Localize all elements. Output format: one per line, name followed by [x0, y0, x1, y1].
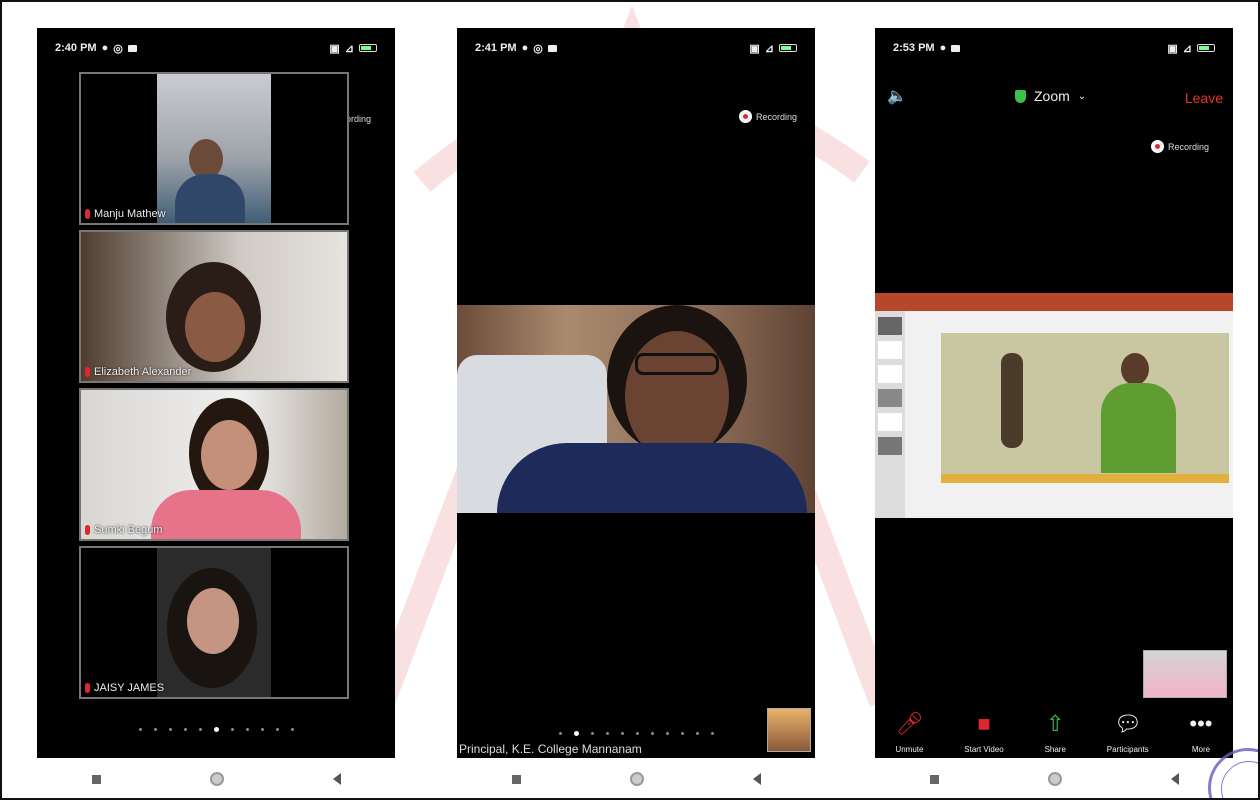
notification-icon: ● — [939, 42, 947, 54]
meeting-title: Zoom — [1034, 88, 1070, 104]
chevron-down-icon: ⌄ — [1077, 90, 1087, 102]
android-nav-bar — [875, 760, 1233, 798]
video-off-icon: ■ — [977, 711, 991, 736]
page-indicator[interactable] — [457, 731, 815, 736]
active-speaker-video[interactable] — [457, 305, 815, 513]
mic-muted-icon — [85, 209, 90, 219]
more-button[interactable]: ••• More — [1189, 709, 1212, 754]
slide-video — [941, 333, 1229, 483]
participant-name-tag: JAISY JAMES — [85, 682, 164, 694]
video-icon — [951, 44, 961, 52]
nfc-icon: ▣ — [749, 42, 760, 55]
mic-muted-icon — [85, 367, 90, 377]
whatsapp-icon: ◎ — [113, 42, 123, 55]
page-indicator[interactable] — [37, 727, 395, 732]
chat-bubble-icon: 💬︎ — [1113, 711, 1142, 736]
status-time: 2:53 PM — [893, 42, 935, 54]
video-tile[interactable]: Manju Mathew — [79, 72, 349, 225]
signal-icon: ⊿ — [344, 42, 354, 55]
status-bar: 2:53 PM ● ▣ ⊿ — [875, 28, 1233, 68]
notification-icon: ● — [101, 42, 109, 54]
start-video-button[interactable]: ■ Start Video — [964, 709, 1003, 754]
speaker-name-tag: Principal, K.E. College Mannanam — [459, 742, 642, 756]
battery-icon — [779, 44, 797, 52]
phone-speaker-view: 2:41 PM ● ◎ ▣ ⊿ Recording Principal, K.E… — [457, 28, 815, 758]
battery-icon — [1197, 44, 1215, 52]
meeting-toolbar: 🎤︎ Unmute ■ Start Video ⇧ Share 💬︎ Parti… — [875, 688, 1233, 758]
recording-label: Recording — [756, 111, 798, 122]
presentation-ribbon — [875, 293, 1233, 311]
back-button[interactable] — [752, 773, 761, 785]
back-button[interactable] — [332, 773, 341, 785]
mic-muted-icon — [85, 525, 90, 535]
android-nav-bar — [37, 760, 395, 798]
video-feed — [157, 74, 271, 223]
participant-name-tag: Sumki Begum — [85, 524, 162, 536]
participants-button[interactable]: 💬︎ Participants — [1107, 709, 1149, 754]
status-bar: 2:40 PM ● ◎ ▣ ⊿ — [37, 28, 395, 68]
record-icon — [739, 110, 752, 123]
back-button[interactable] — [1170, 773, 1179, 785]
video-icon — [127, 44, 137, 52]
recording-indicator: Recording — [1151, 140, 1209, 153]
shield-icon — [1015, 89, 1026, 103]
slide-thumbnails — [875, 311, 905, 518]
mic-muted-icon: 🎤︎ — [895, 711, 924, 736]
nfc-icon: ▣ — [1167, 42, 1178, 55]
meeting-title-dropdown[interactable]: Zoom ⌄ — [1015, 88, 1086, 104]
video-tile[interactable]: JAISY JAMES — [79, 546, 349, 699]
battery-icon — [359, 44, 377, 52]
mic-muted-icon — [85, 683, 90, 693]
phone-screen-share-view: 2:53 PM ● ▣ ⊿ 🔈 Zoom ⌄ Leave Recording 🎤… — [875, 28, 1233, 758]
android-nav-bar — [457, 760, 815, 798]
notification-icon: ● — [521, 42, 529, 54]
speaker-audio-icon[interactable]: 🔈 — [887, 86, 907, 106]
status-time: 2:40 PM — [55, 42, 97, 54]
video-feed — [157, 548, 271, 697]
participant-name-tag: Manju Mathew — [85, 208, 166, 220]
whatsapp-icon: ◎ — [533, 42, 543, 55]
collage-frame: 2:40 PM ● ◎ ▣ ⊿ Recording Manju Mathew E… — [0, 0, 1260, 800]
leave-button[interactable]: Leave — [1185, 90, 1223, 106]
status-bar: 2:41 PM ● ◎ ▣ ⊿ — [457, 28, 815, 68]
participant-name-tag: Elizabeth Alexander — [85, 366, 191, 378]
share-button[interactable]: ⇧ Share — [1045, 709, 1066, 754]
home-button[interactable] — [209, 772, 224, 786]
video-icon — [547, 44, 557, 52]
home-button[interactable] — [629, 772, 644, 786]
home-button[interactable] — [1047, 772, 1062, 786]
share-icon: ⇧ — [1046, 711, 1065, 736]
recording-label: Recording — [1168, 141, 1210, 152]
recents-button[interactable] — [91, 774, 101, 784]
signal-icon: ⊿ — [1182, 42, 1192, 55]
nfc-icon: ▣ — [329, 42, 340, 55]
self-view-thumbnail[interactable] — [767, 708, 811, 752]
shared-screen[interactable] — [875, 293, 1233, 518]
record-icon — [1151, 140, 1164, 153]
phone-gallery-view: 2:40 PM ● ◎ ▣ ⊿ Recording Manju Mathew E… — [37, 28, 395, 758]
recents-button[interactable] — [511, 774, 521, 784]
unmute-button[interactable]: 🎤︎ Unmute — [895, 709, 923, 754]
recents-button[interactable] — [929, 774, 939, 784]
status-time: 2:41 PM — [475, 42, 517, 54]
signal-icon: ⊿ — [764, 42, 774, 55]
video-tile[interactable]: Sumki Begum — [79, 388, 349, 541]
more-dots-icon: ••• — [1189, 711, 1213, 736]
video-tile[interactable]: Elizabeth Alexander — [79, 230, 349, 383]
recording-indicator: Recording — [739, 110, 797, 123]
